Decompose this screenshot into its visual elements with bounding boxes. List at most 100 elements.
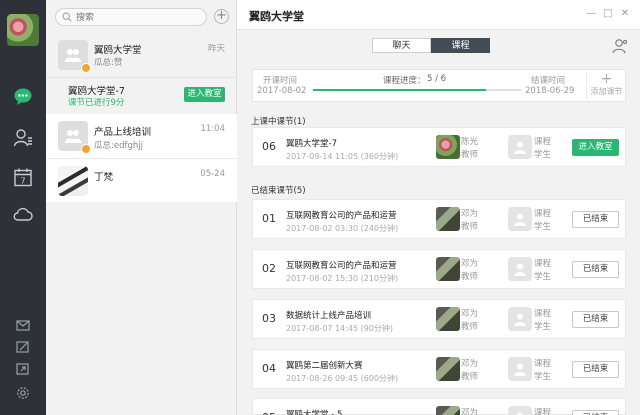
person-icon [514,363,526,376]
person-icon [514,263,526,276]
edit-icon[interactable] [16,340,30,354]
group-avatar [58,121,91,154]
student-role: 学生 [534,272,552,282]
tab-chat[interactable]: 聊天 [372,38,431,53]
add-icon[interactable]: + [214,9,229,24]
lesson-time: 2017-08-26 09:45 (600分钟) [286,374,399,383]
svg-text:7: 7 [20,177,25,186]
progress-fill [313,89,487,91]
ended-button[interactable]: 已结束 [572,261,619,278]
lesson-row[interactable]: 05翼鸥大学堂 - 52017-09-12 17:00 (130分钟)邓为教师课… [252,398,626,415]
tab-bar: 聊天 课程 [372,38,490,53]
left-nav-rail: 7 [0,0,46,415]
group-icon [64,130,82,143]
teacher-role: 教师 [461,322,479,332]
teacher-avatar [436,406,460,415]
add-lesson-button[interactable]: + 添加课节 [586,72,626,100]
enter-classroom-button[interactable]: 进入教室 [184,87,225,102]
user-avatar [58,166,88,196]
chat-list-panel: + 翼鸥大学堂 瓜总:赞 昨天 翼鸥大学堂-7 课节已进行9分 进入教室 产品上… [46,0,237,415]
person-icon [514,141,526,154]
lesson-number: 04 [262,362,276,375]
teacher-avatar [436,135,460,159]
search-input[interactable] [76,11,201,24]
user-settings-icon[interactable] [612,38,628,54]
teacher-name: 邓为 [461,209,479,219]
lesson-number: 02 [262,262,276,275]
calendar-icon[interactable]: 7 [13,167,33,187]
chat-time: 05-24 [200,169,225,179]
lesson-row[interactable]: 04 翼鸥第二届创新大赛 2017-08-26 09:45 (600分钟) 邓为 教师 课… [252,349,626,389]
progress-track [313,89,521,91]
person-icon [514,313,526,326]
lesson-row[interactable]: 02 互联网教育公司的产品和运营 2017-08-02 15:30 (210分钟) 邓… [252,249,626,289]
chat-item[interactable]: 翼鸥大学堂 瓜总:赞 昨天 [46,33,237,77]
teacher-role: 教师 [461,372,479,382]
teacher-avatar [436,257,460,281]
teacher-role: 教师 [461,272,479,282]
teacher-name: 邓为 [461,309,479,319]
chat-item[interactable]: 产品上线培训 瓜总:edfghjj 11:04 [46,114,237,158]
chat-preview: 瓜总:edfghjj [94,141,143,151]
maximize-button[interactable]: □ [602,8,614,20]
chat-time: 昨天 [207,44,225,54]
ended-button[interactable]: 已结束 [572,361,619,378]
progress-label: 课程进度： [383,76,426,86]
contacts-icon[interactable] [13,128,33,148]
lesson-row[interactable]: 01 互联网教育公司的产品和运营 2017-08-02 03:30 (240分钟) 邓… [252,199,626,239]
ongoing-section-header: 上课中课节(1) [251,117,306,127]
chat-item[interactable]: 丁梵 05-24 [46,158,237,202]
person-icon [517,412,523,415]
start-date: 2017-08-02 [257,86,307,96]
end-label: 结课时间 [531,76,566,86]
close-button[interactable]: ✕ [619,8,631,20]
enter-classroom-button[interactable]: 进入教室 [572,139,619,156]
status-badge [81,63,91,73]
chat-title: 产品上线培训 [94,127,152,138]
teacher-avatar [436,357,460,381]
lesson-title: 翼鸥大学堂-7 [68,86,125,97]
student-role: 学生 [534,372,552,382]
student-role: 学生 [534,222,552,232]
search-box[interactable] [55,8,207,26]
settings-icon[interactable] [16,386,30,400]
ended-button[interactable]: 已结束 [572,311,619,328]
minimize-button[interactable]: — [585,8,597,20]
student-name: 课程 [534,408,552,415]
tab-course[interactable]: 课程 [431,38,490,53]
lesson-time: 2017-08-02 03:30 (240分钟) [286,224,399,233]
progress-value: 5 / 6 [427,74,447,84]
add-lesson-label: 添加课节 [590,87,623,96]
teacher-name: 邓为 [461,259,479,269]
main-panel: 翼鸥大学堂 — □ ✕ 聊天 课程 开课时间 2017-08-02 课程进度： … [237,0,640,415]
teacher-avatar [436,307,460,331]
student-name: 课程 [534,309,552,319]
export-icon[interactable] [16,362,30,376]
student-name: 课程 [534,359,552,369]
lesson-title: 互联网教育公司的产品和运营 [286,211,397,221]
lesson-row[interactable]: 03 数据统计上线产品培训 2017-08-07 14:45 (90分钟) 邓为 教师 课… [252,299,626,339]
chat-title: 丁梵 [94,172,114,183]
lesson-number: 03 [262,312,276,325]
mail-icon[interactable] [16,318,30,332]
teacher-name: 邓为 [461,408,479,415]
person-icon [514,213,526,226]
group-avatar [58,40,91,73]
student-name: 课程 [534,259,552,269]
ended-button[interactable]: 已结束 [572,410,619,415]
lesson-title: 互联网教育公司的产品和运营 [286,261,397,271]
student-avatar [508,135,532,159]
end-date: 2018-06-29 [525,86,575,96]
ended-button[interactable]: 已结束 [572,211,619,228]
user-avatar[interactable] [7,14,39,46]
student-role: 学生 [534,150,552,160]
group-icon [64,49,82,62]
chat-item-active-lesson[interactable]: 翼鸥大学堂-7 课节已进行9分 进入教室 [46,77,237,114]
cloud-icon[interactable] [13,204,33,224]
ended-section-header: 已结束课节(5) [251,186,306,196]
search-icon [62,12,72,22]
lesson-row[interactable]: 06 翼鸥大学堂-7 2017-09-14 11:05 (360分钟) 陈光 教师 课程学… [252,127,626,167]
main-header: 翼鸥大学堂 — □ ✕ [237,0,640,30]
chat-icon[interactable] [13,86,33,106]
lesson-time: 2017-08-07 14:45 (90分钟) [286,324,394,333]
